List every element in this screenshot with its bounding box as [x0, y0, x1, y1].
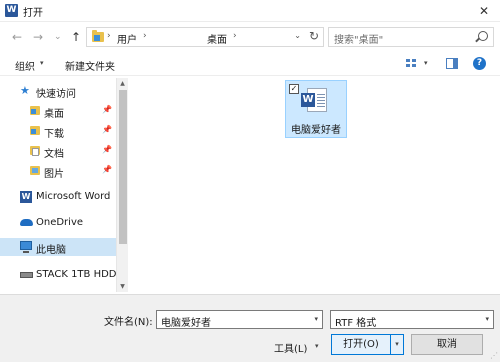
- address-bar[interactable]: › 用户 › 桌面 › ⌄ ↻: [86, 27, 324, 47]
- tools-button[interactable]: 工具(L): [274, 340, 307, 355]
- breadcrumb-users[interactable]: 用户: [117, 31, 137, 46]
- sidebar-item-documents[interactable]: 文档 📌: [0, 142, 116, 160]
- sidebar-item-label: OneDrive: [36, 217, 84, 228]
- file-name: 电脑爱好者: [291, 125, 341, 136]
- sidebar-item-drive[interactable]: STACK 1TB HDD: [0, 266, 117, 284]
- word-app-icon: W: [5, 4, 18, 17]
- resize-grip-icon[interactable]: ⋰: [490, 351, 498, 360]
- desktop-folder-icon: [30, 106, 40, 115]
- sidebar-item-onedrive[interactable]: OneDrive: [0, 214, 116, 232]
- pin-icon[interactable]: 📌: [102, 105, 112, 114]
- address-dropdown-icon[interactable]: ⌄: [294, 31, 301, 40]
- sidebar-item-label: 桌面: [44, 109, 64, 120]
- filename-label: 文件名(N):: [104, 317, 153, 328]
- address-row: ← → ⌄ ↑ › 用户 › 桌面 › ⌄ ↻ 搜索"桌面": [0, 24, 500, 50]
- sidebar-item-downloads[interactable]: 下载 📌: [0, 122, 116, 140]
- sidebar-item-label: Microsoft Word: [36, 191, 111, 202]
- computer-icon: [20, 241, 32, 253]
- recent-locations-chevron-icon[interactable]: ⌄: [54, 29, 62, 45]
- refresh-icon[interactable]: ↻: [309, 29, 319, 43]
- star-icon: ★: [20, 84, 30, 97]
- sidebar-item-label: 文档: [44, 149, 64, 160]
- hard-drive-icon: [20, 272, 33, 278]
- breadcrumb-desktop[interactable]: 桌面: [207, 31, 227, 46]
- file-list-area: ✓ W 电脑爱好者: [129, 78, 500, 292]
- downloads-folder-icon: [30, 126, 40, 135]
- sidebar-item-quick-access[interactable]: ★ 快速访问: [0, 82, 116, 100]
- file-item[interactable]: ✓ W 电脑爱好者: [285, 80, 347, 138]
- filename-input[interactable]: 电脑爱好者 ▾: [156, 310, 323, 329]
- close-button[interactable]: ✕: [474, 2, 494, 20]
- breadcrumb-separator: ›: [143, 31, 147, 41]
- view-dropdown-icon[interactable]: ▾: [424, 59, 428, 67]
- word-badge-icon: W: [301, 93, 315, 107]
- scroll-up-arrow-icon[interactable]: ▲: [117, 80, 128, 87]
- up-arrow-icon[interactable]: ↑: [71, 29, 81, 45]
- cloud-icon: [20, 219, 33, 226]
- search-placeholder: 搜索"桌面": [334, 35, 384, 46]
- navigation-pane: ★ 快速访问 桌面 📌 下载 📌 文档 📌 图片 📌 W Microsoft W…: [0, 78, 128, 292]
- sidebar-item-microsoft-word[interactable]: W Microsoft Word: [0, 188, 116, 206]
- sidebar-item-this-pc[interactable]: 此电脑: [0, 238, 116, 256]
- new-folder-button[interactable]: 新建文件夹: [65, 58, 115, 73]
- file-type-dropdown-icon[interactable]: ▾: [485, 315, 489, 323]
- window-title: 打开: [23, 8, 43, 19]
- desktop-folder-icon: [92, 30, 104, 42]
- forward-arrow-icon[interactable]: →: [33, 29, 43, 45]
- pin-icon[interactable]: 📌: [102, 145, 112, 154]
- sidebar-item-label: STACK 1TB HDD: [36, 269, 117, 280]
- command-toolbar: 组织 ▾ 新建文件夹 ▾ ?: [0, 52, 500, 76]
- dialog-footer: 文件名(N): 电脑爱好者 ▾ RTF 格式 ▾ 工具(L) ▾ 打开(O) ▾…: [0, 294, 500, 362]
- breadcrumb-separator: ›: [233, 31, 237, 41]
- back-arrow-icon[interactable]: ←: [12, 29, 22, 45]
- organize-dropdown-icon[interactable]: ▾: [40, 59, 44, 67]
- file-select-checkbox[interactable]: ✓: [289, 84, 299, 94]
- pin-icon[interactable]: 📌: [102, 125, 112, 134]
- sidebar-item-label: 快速访问: [36, 89, 76, 100]
- breadcrumb-separator: ›: [107, 31, 111, 41]
- open-button[interactable]: 打开(O): [331, 334, 391, 355]
- sidebar-item-label: 图片: [44, 169, 64, 180]
- filename-value: 电脑爱好者: [161, 318, 211, 329]
- cancel-button[interactable]: 取消: [411, 334, 483, 355]
- documents-folder-icon: [30, 146, 40, 156]
- scroll-down-arrow-icon[interactable]: ▼: [117, 283, 128, 290]
- help-icon[interactable]: ?: [473, 57, 486, 70]
- sidebar-scrollbar[interactable]: ▲ ▼: [116, 78, 128, 292]
- sidebar-item-label: 此电脑: [36, 245, 66, 256]
- search-input[interactable]: 搜索"桌面": [328, 27, 494, 47]
- file-type-select[interactable]: RTF 格式 ▾: [330, 310, 494, 329]
- pictures-folder-icon: [30, 166, 40, 175]
- pin-icon[interactable]: 📌: [102, 165, 112, 174]
- word-icon: W: [20, 191, 32, 203]
- sidebar-item-label: 下载: [44, 129, 64, 140]
- sidebar-item-desktop[interactable]: 桌面 📌: [0, 102, 116, 120]
- view-options-icon[interactable]: [406, 59, 418, 69]
- search-icon[interactable]: [478, 31, 488, 41]
- file-type-value: RTF 格式: [335, 318, 377, 329]
- preview-pane-icon[interactable]: [446, 58, 458, 69]
- open-options-dropdown-icon[interactable]: ▾: [391, 334, 404, 355]
- organize-button[interactable]: 组织: [15, 58, 35, 73]
- tools-dropdown-icon[interactable]: ▾: [315, 342, 319, 350]
- sidebar-item-pictures[interactable]: 图片 📌: [0, 162, 116, 180]
- title-bar: W 打开 ✕: [0, 0, 500, 22]
- scroll-thumb[interactable]: [119, 90, 127, 244]
- filename-dropdown-icon[interactable]: ▾: [314, 315, 318, 323]
